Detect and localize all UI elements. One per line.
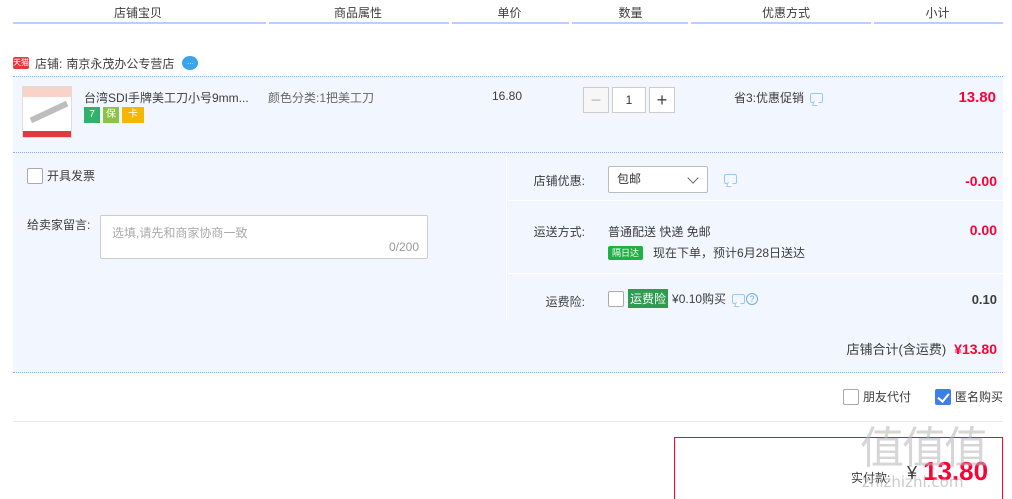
shop-total: 店铺合计(含运费) ¥13.80	[847, 339, 998, 358]
col-quantity: 数量	[618, 6, 643, 20]
friend-pay-option[interactable]: 朋友代付	[842, 388, 911, 405]
shop-discount-label: 店铺优惠:	[533, 174, 585, 188]
col-price: 单价	[497, 6, 522, 20]
product-thumbnail[interactable]	[22, 86, 72, 138]
shipping-label: 运送方式:	[533, 225, 585, 239]
col-subtotal: 小计	[925, 6, 950, 20]
shipping-amount: 0.00	[969, 222, 997, 238]
insurance-option[interactable]: 运费险 ¥0.10购买 ?	[608, 289, 759, 308]
promotion-text: 省3:优惠促销	[734, 91, 805, 105]
anonymous-label: 匿名购买	[954, 390, 1003, 404]
friend-pay-label: 朋友代付	[862, 390, 911, 404]
item-subtotal: 13.80	[958, 89, 996, 106]
message-icon[interactable]	[810, 92, 824, 103]
header-divider	[452, 22, 569, 24]
shipping-method: 普通配送 快递 免邮	[608, 225, 711, 239]
shop-total-label: 店铺合计(含运费)	[846, 342, 947, 357]
seller-message-input[interactable]: 选填,请先和商家协商一致 0/200	[100, 215, 428, 259]
help-icon[interactable]: ?	[746, 292, 759, 305]
column-header: 店铺宝贝 商品属性 单价 数量 优惠方式 小计	[13, 0, 1003, 24]
delivery-estimate: 隔日达 现在下单，预计6月28日送达	[608, 244, 805, 261]
message-icon[interactable]	[724, 174, 737, 184]
shipping-panel: 店铺优惠: 包邮 -0.00 运送方式: 普通配送 快递 免邮 隔日达 现在下单…	[508, 153, 1003, 320]
increase-quantity-button[interactable]: +	[649, 87, 675, 113]
seven-day-return-icon[interactable]: 7	[84, 107, 100, 123]
invoice-option[interactable]: 开具发票	[27, 167, 95, 184]
friend-pay-checkbox[interactable]	[842, 388, 859, 405]
watermark-logo: 值值值	[860, 423, 988, 474]
guarantee-icon[interactable]: 保	[103, 107, 119, 123]
header-divider	[13, 22, 266, 24]
insurance-badge: 运费险	[628, 289, 669, 308]
next-day-badge: 隔日达	[608, 245, 644, 260]
promotion: 省3:优惠促销	[734, 89, 824, 106]
invoice-label: 开具发票	[47, 169, 96, 183]
buyer-options-panel: 开具发票 给卖家留言: 选填,请先和商家协商一致 0/200	[13, 153, 507, 320]
quantity-stepper: − 1 +	[583, 87, 675, 115]
shop-line: 天猫 店铺: 南京永茂办公专营店 …	[13, 54, 199, 72]
col-shop-item: 店铺宝贝	[113, 6, 162, 20]
invoice-checkbox[interactable]	[27, 167, 43, 184]
anonymous-checkbox[interactable]	[934, 388, 951, 405]
product-title-link[interactable]: 台湾SDI手牌美工刀小号9mm...	[84, 89, 249, 106]
insurance-price: ¥0.10购买	[672, 292, 727, 306]
tmall-logo-icon: 天猫	[13, 57, 29, 69]
credit-card-icon[interactable]: 卡	[122, 107, 144, 123]
insurance-checkbox[interactable]	[608, 290, 624, 307]
quantity-input[interactable]: 1	[612, 87, 646, 113]
decrease-quantity-button[interactable]: −	[583, 87, 609, 113]
order-options: 开具发票 给卖家留言: 选填,请先和商家协商一致 0/200 店铺优惠: 包邮 …	[13, 153, 1003, 373]
shop-label: 店铺:	[35, 56, 63, 71]
product-attribute: 颜色分类:1把美工刀	[268, 91, 375, 105]
col-attribute: 商品属性	[333, 6, 382, 20]
col-promotion: 优惠方式	[761, 6, 810, 20]
thumbnail-footer	[23, 131, 71, 137]
unit-price: 16.80	[492, 89, 523, 103]
chevron-down-icon	[687, 172, 699, 184]
shop-discount-select[interactable]: 包邮	[608, 166, 708, 193]
cart-item-row: 台湾SDI手牌美工刀小号9mm... 7 保 卡 颜色分类:1把美工刀 16.8…	[13, 76, 1003, 153]
shop-discount-amount: -0.00	[965, 173, 997, 189]
service-badges: 7 保 卡	[84, 107, 144, 123]
shop-discount-value: 包邮	[617, 172, 642, 186]
shipping-row: 运送方式: 普通配送 快递 免邮 隔日达 现在下单，预计6月28日送达 0.00	[508, 201, 1003, 274]
header-divider	[269, 22, 449, 24]
chat-bubble-icon[interactable]: …	[182, 56, 199, 70]
anonymous-option[interactable]: 匿名购买	[934, 388, 1003, 405]
thumbnail-banner	[23, 87, 71, 97]
header-divider	[691, 22, 871, 24]
message-char-count: 0/200	[388, 240, 419, 254]
knife-icon	[29, 100, 69, 124]
insurance-label: 运费险:	[545, 295, 585, 309]
header-divider	[572, 22, 688, 24]
section-divider	[13, 421, 1003, 422]
shop-discount-row: 店铺优惠: 包邮 -0.00	[508, 153, 1003, 201]
pay-options: 朋友代付 匿名购买	[819, 388, 1003, 405]
shop-name-link[interactable]: 南京永茂办公专营店	[66, 55, 174, 72]
header-divider	[874, 22, 1003, 24]
delivery-eta: 现在下单，预计6月28日送达	[653, 246, 806, 260]
insurance-row: 运费险: 运费险 ¥0.10购买 ? 0.10	[508, 275, 1003, 320]
message-icon[interactable]	[732, 293, 746, 304]
message-label: 给卖家留言:	[27, 218, 91, 232]
shop-total-value: ¥13.80	[954, 340, 997, 357]
message-placeholder: 选填,请先和商家协商一致	[112, 226, 248, 240]
watermark-url: zhizhizhi.com	[862, 473, 964, 491]
insurance-amount: 0.10	[971, 292, 997, 307]
